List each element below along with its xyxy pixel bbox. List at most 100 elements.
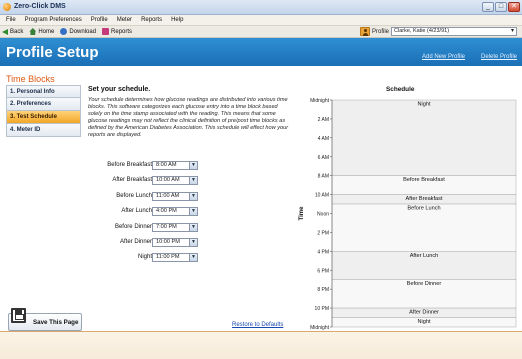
reports-button[interactable]: Reports [102, 28, 132, 35]
reports-label: Reports [111, 28, 133, 35]
row-label: Before Breakfast [107, 162, 152, 168]
y-tick-label: 10 PM [315, 306, 329, 312]
nav-item-preferences[interactable]: 2. Preferences [6, 98, 81, 111]
menu-reports[interactable]: Reports [141, 17, 162, 23]
time-block-label: Before Dinner [407, 281, 442, 287]
row-label: Before Lunch [116, 193, 152, 199]
download-label: Download [69, 28, 97, 35]
schedule-row: After Breakfast 10:00 AM ▼ [88, 176, 288, 186]
menu-help[interactable]: Help [171, 17, 183, 23]
y-tick-label: 8 AM [318, 174, 329, 180]
back-arrow-icon [2, 28, 8, 35]
window-title: Zero-Click DMS [14, 3, 66, 10]
chevron-down-icon[interactable]: ▼ [189, 162, 197, 169]
nav-item-test-schedule[interactable]: 3. Test Schedule [6, 111, 81, 124]
y-tick-label: Noon [317, 212, 329, 218]
schedule-row: Before Lunch 11:00 AM ▼ [88, 192, 288, 202]
after-lunch-select[interactable]: 4:00 PM ▼ [152, 207, 198, 216]
schedule-row: Before Dinner 7:00 PM ▼ [88, 223, 288, 233]
profile-select[interactable]: Clarke, Katie (4/23/91) [391, 27, 517, 36]
after-breakfast-select[interactable]: 10:00 AM ▼ [152, 176, 198, 185]
select-value: 4:00 PM [156, 208, 177, 214]
menu-meter[interactable]: Meter [117, 17, 132, 23]
add-new-profile-link[interactable]: Add New Profile [422, 54, 465, 60]
maximize-button[interactable]: □ [495, 2, 507, 12]
row-label: After Lunch [121, 208, 152, 214]
toolbar: Back Home Download Reports Profile Clark… [0, 26, 522, 38]
row-label: Night [137, 254, 152, 260]
time-block-label: Before Lunch [407, 206, 440, 212]
chevron-down-icon[interactable]: ▼ [189, 224, 197, 231]
page-header: Profile Setup Add New Profile Delete Pro… [0, 38, 522, 66]
download-icon [60, 28, 68, 35]
minimize-button[interactable]: _ [482, 2, 494, 12]
nav-item-personal-info[interactable]: 1. Personal Info [6, 85, 81, 98]
footer [0, 332, 522, 359]
y-tick-label: 10 AM [315, 193, 329, 199]
y-tick-label: Midnight [310, 98, 330, 104]
menu-program-preferences[interactable]: Program Preferences [25, 17, 82, 23]
row-label: After Dinner [119, 239, 152, 245]
back-label: Back [10, 28, 24, 35]
profile-label: Profile [371, 28, 389, 35]
back-button[interactable]: Back [2, 28, 24, 35]
y-axis-label: Time [299, 206, 305, 221]
chevron-down-icon[interactable]: ▼ [189, 254, 197, 261]
time-block-label: Night [417, 319, 431, 325]
schedule-row: Before Breakfast 8:00 AM ▼ [88, 161, 288, 171]
title-bar: Zero-Click DMS _ □ ✕ [0, 0, 522, 15]
time-block-label: Before Breakfast [403, 177, 445, 183]
row-label: Before Dinner [114, 224, 152, 230]
chevron-down-icon[interactable]: ▼ [189, 239, 197, 246]
chevron-down-icon[interactable]: ▼ [189, 177, 197, 184]
close-button[interactable]: ✕ [508, 2, 520, 12]
save-button-label: Save This Page [33, 319, 79, 326]
chevron-down-icon[interactable]: ▼ [189, 193, 197, 200]
select-value: 10:00 AM [156, 177, 180, 183]
reports-icon [102, 28, 110, 35]
time-block-label: Night [417, 102, 431, 108]
after-dinner-select[interactable]: 10:00 PM ▼ [152, 238, 198, 247]
row-label: After Breakfast [112, 177, 152, 183]
page-title: Profile Setup [6, 44, 99, 61]
schedule-description: Your schedule determines how glucose rea… [88, 97, 289, 138]
chevron-down-icon[interactable]: ▼ [189, 208, 197, 215]
y-tick-label: 2 PM [317, 230, 329, 236]
select-value: 10:00 PM [156, 239, 180, 245]
select-value: 8:00 AM [156, 162, 177, 168]
time-block-label: After Dinner [409, 310, 439, 316]
select-value: 11:00 PM [156, 254, 180, 260]
floppy-disk-icon [11, 308, 26, 323]
home-label: Home [38, 28, 55, 35]
schedule-row: After Lunch 4:00 PM ▼ [88, 207, 288, 217]
y-tick-label: 2 AM [318, 117, 329, 123]
save-button[interactable]: Save This Page [8, 308, 82, 331]
nav-item-meter-id[interactable]: 4. Meter ID [6, 124, 81, 137]
schedule-row: Night 11:00 PM ▼ [88, 253, 288, 263]
schedule-chart: Night Before Breakfast After Breakfast Befo… [295, 92, 522, 332]
menu-file[interactable]: File [6, 17, 16, 23]
section-title: Time Blocks [6, 74, 55, 84]
before-lunch-select[interactable]: 11:00 AM ▼ [152, 192, 198, 201]
menu-profile[interactable]: Profile [91, 17, 108, 23]
y-tick-label: Midnight [310, 325, 330, 331]
time-block-label: After Lunch [410, 253, 439, 259]
y-tick-label: 6 PM [317, 268, 329, 274]
before-dinner-select[interactable]: 7:00 PM ▼ [152, 223, 198, 232]
restore-defaults-link[interactable]: Restore to Defaults [232, 322, 283, 328]
y-tick-label: 6 AM [318, 155, 329, 161]
delete-profile-link[interactable]: Delete Profile [481, 54, 517, 60]
y-tick-label: 4 PM [317, 249, 329, 255]
home-icon [29, 28, 37, 35]
select-value: 11:00 AM [156, 193, 180, 199]
profile-person-icon [359, 27, 370, 36]
setup-nav: 1. Personal Info 2. Preferences 3. Test … [6, 85, 81, 137]
night-select[interactable]: 11:00 PM ▼ [152, 253, 198, 262]
y-tick-label: 4 AM [318, 136, 329, 142]
before-breakfast-select[interactable]: 8:00 AM ▼ [152, 161, 198, 170]
window-controls: _ □ ✕ [482, 2, 520, 12]
download-button[interactable]: Download [60, 28, 96, 35]
schedule-heading: Set your schedule. [88, 86, 151, 93]
home-button[interactable]: Home [29, 28, 54, 35]
y-tick-label: 8 PM [317, 287, 329, 293]
